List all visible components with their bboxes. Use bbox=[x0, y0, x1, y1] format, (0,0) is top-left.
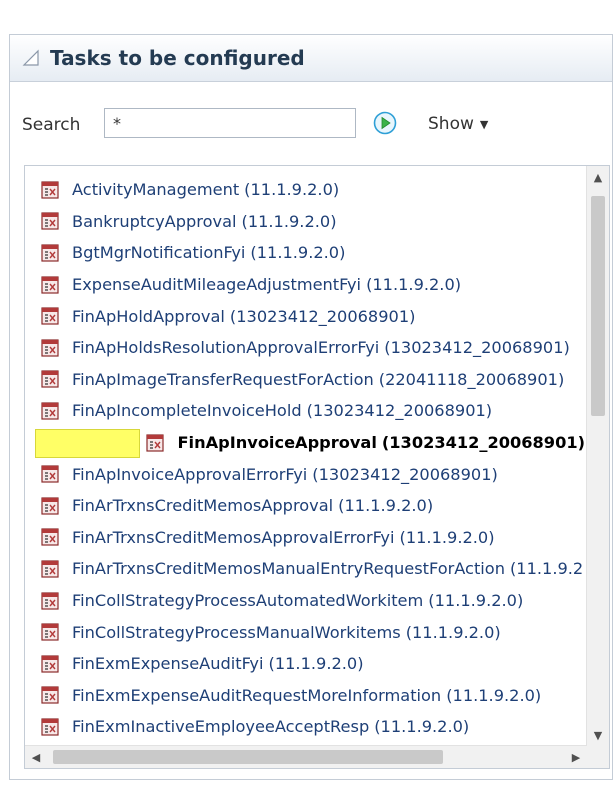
task-icon bbox=[41, 307, 59, 325]
task-name[interactable]: FinExmInactiveEmployeeAcceptResp bbox=[72, 717, 369, 736]
list-item[interactable]: FinExmInactiveEmployeeAcceptResp (11.1.9.… bbox=[25, 711, 585, 743]
task-name[interactable]: ExpenseAuditMileageAdjustmentFyi bbox=[72, 275, 361, 294]
panel-title: Tasks to be configured bbox=[50, 46, 305, 70]
task-version: (13023412_20068901) bbox=[312, 464, 498, 484]
task-name[interactable]: FinArTrxnsCreditMemosApprovalErrorFyi bbox=[72, 528, 395, 547]
task-version: (11.1.9.2.0) bbox=[268, 654, 364, 674]
list-item[interactable]: FinExmExpenseAuditFyi (11.1.9.2.0) bbox=[25, 648, 585, 680]
task-list: ActivityManagement (11.1.9.2.0) Bankruptcy… bbox=[24, 165, 610, 769]
go-arrow-icon[interactable] bbox=[373, 111, 397, 135]
task-name[interactable]: BgtMgrNotificationFyi bbox=[72, 243, 245, 262]
task-name[interactable]: FinCollStrategyProcessAutomatedWorkitem bbox=[72, 591, 423, 610]
task-name[interactable]: FinApInvoiceApprovalErrorFyi bbox=[72, 465, 307, 484]
task-version: (11.1.9.2.0) bbox=[250, 243, 346, 263]
task-version: (11.1.9.2.0) bbox=[241, 211, 337, 231]
task-name[interactable]: FinArTrxnsCreditMemosManualEntryRequestF… bbox=[72, 559, 505, 578]
scroll-right-icon[interactable]: ▶ bbox=[565, 746, 587, 768]
task-name[interactable]: FinArTrxnsCreditMemosApproval bbox=[72, 496, 333, 515]
task-version: (11.1.9.2.0) bbox=[399, 527, 495, 547]
chevron-down-icon: ▼ bbox=[479, 117, 489, 131]
list-item[interactable]: FinApInvoiceApproval (13023412_20068901) bbox=[25, 427, 585, 459]
list-item[interactable]: BankruptcyApproval (11.1.9.2.0) bbox=[25, 206, 585, 238]
task-version: (22041118_20068901) bbox=[378, 369, 565, 389]
list-item[interactable]: FinArTrxnsCreditMemosApprovalErrorFyi (11… bbox=[25, 522, 585, 554]
list-item[interactable]: ExpenseAuditMileageAdjustmentFyi (11.1.9.… bbox=[25, 269, 585, 301]
task-icon bbox=[41, 465, 59, 483]
task-icon bbox=[41, 181, 59, 199]
scroll-corner bbox=[587, 746, 609, 768]
task-icon bbox=[41, 212, 59, 230]
search-input[interactable] bbox=[104, 108, 356, 138]
horizontal-scrollbar[interactable]: ◀ ▶ bbox=[25, 745, 587, 768]
task-name[interactable]: FinApImageTransferRequestForAction bbox=[72, 370, 374, 389]
task-icon bbox=[41, 497, 59, 515]
horizontal-scroll-thumb[interactable] bbox=[53, 750, 443, 764]
scroll-up-icon[interactable]: ▲ bbox=[587, 166, 609, 188]
task-icon bbox=[41, 528, 59, 546]
task-icon bbox=[41, 560, 59, 578]
search-row: Search Show ▼ bbox=[10, 107, 612, 147]
list-item[interactable]: FinApImageTransferRequestForAction (22041… bbox=[25, 364, 585, 396]
task-version: (11.1.9.2.0) bbox=[446, 685, 542, 705]
list-item[interactable]: FinApHoldApproval (13023412_20068901) bbox=[25, 300, 585, 332]
highlight-marker bbox=[35, 429, 141, 459]
task-icon bbox=[41, 655, 59, 673]
task-name[interactable]: FinApHoldsResolutionApprovalErrorFyi bbox=[72, 338, 379, 357]
task-version: (11.1.9.2.0) bbox=[338, 496, 434, 516]
task-icon bbox=[146, 433, 165, 452]
scroll-left-icon[interactable]: ◀ bbox=[25, 746, 47, 768]
list-item[interactable]: FinApIncompleteInvoiceHold (13023412_2006… bbox=[25, 395, 585, 427]
task-version: (13023412_20068901) bbox=[384, 338, 570, 358]
task-version: (11.1.9.2.0) bbox=[405, 622, 501, 642]
tasks-panel: Tasks to be configured Search Show ▼ Act… bbox=[9, 34, 613, 780]
task-name[interactable]: FinExmExpenseAuditRequestMoreInformation bbox=[72, 686, 441, 705]
task-name[interactable]: FinApInvoiceApproval bbox=[177, 433, 376, 452]
list-item[interactable]: ActivityManagement (11.1.9.2.0) bbox=[25, 174, 585, 206]
panel-header: Tasks to be configured bbox=[10, 35, 612, 82]
task-name[interactable]: FinApIncompleteInvoiceHold bbox=[72, 401, 302, 420]
task-icon bbox=[41, 591, 59, 610]
vertical-scrollbar[interactable]: ▲ ▼ bbox=[586, 166, 609, 746]
task-version: (11.1.9.2.0) bbox=[428, 591, 524, 611]
task-version: (11.1.9.2.0) bbox=[244, 180, 340, 200]
list-item[interactable]: BgtMgrNotificationFyi (11.1.9.2.0) bbox=[25, 237, 585, 269]
list-item[interactable]: FinCollStrategyProcessAutomatedWorkitem (… bbox=[25, 585, 585, 617]
task-list-items: ActivityManagement (11.1.9.2.0) Bankruptcy… bbox=[25, 174, 585, 743]
list-item[interactable]: FinArTrxnsCreditMemosApproval (11.1.9.2.0… bbox=[25, 490, 585, 522]
task-icon bbox=[41, 623, 59, 641]
task-version: (11.1.9.2.0) bbox=[366, 275, 462, 295]
task-version: (13023412_20068901) bbox=[229, 306, 416, 326]
list-item[interactable]: FinApInvoiceApprovalErrorFyi (13023412_20… bbox=[25, 458, 585, 490]
task-name[interactable]: FinApHoldApproval bbox=[72, 307, 225, 326]
task-name[interactable]: BankruptcyApproval bbox=[72, 212, 237, 231]
list-item[interactable]: FinApHoldsResolutionApprovalErrorFyi (130… bbox=[25, 332, 585, 364]
task-icon bbox=[41, 339, 59, 357]
task-icon bbox=[41, 244, 59, 262]
task-name[interactable]: FinCollStrategyProcessManualWorkitems bbox=[72, 623, 401, 642]
vertical-scroll-thumb[interactable] bbox=[591, 196, 605, 416]
scroll-down-icon[interactable]: ▼ bbox=[587, 724, 609, 746]
list-item[interactable]: FinExmExpenseAuditRequestMoreInformation… bbox=[25, 680, 585, 712]
collapse-triangle-icon[interactable] bbox=[22, 49, 40, 67]
show-menu-label: Show bbox=[428, 114, 474, 134]
task-icon bbox=[41, 686, 59, 704]
search-label: Search bbox=[22, 115, 81, 135]
task-icon bbox=[41, 370, 59, 388]
task-version: (11.1.9.2.0) bbox=[509, 559, 585, 579]
task-version: (13023412_20068901) bbox=[306, 401, 493, 421]
task-name[interactable]: FinExmExpenseAuditFyi bbox=[72, 654, 264, 673]
task-version: (11.1.9.2.0) bbox=[374, 717, 470, 737]
list-item[interactable]: FinArTrxnsCreditMemosManualEntryRequestF… bbox=[25, 553, 585, 585]
task-icon bbox=[41, 275, 59, 294]
task-icon bbox=[41, 718, 59, 736]
task-name[interactable]: ActivityManagement bbox=[72, 180, 239, 199]
show-menu-button[interactable]: Show ▼ bbox=[428, 114, 488, 134]
list-item[interactable]: FinCollStrategyProcessManualWorkitems (11… bbox=[25, 616, 585, 648]
task-version: (13023412_20068901) bbox=[381, 433, 585, 453]
task-icon bbox=[41, 402, 59, 420]
